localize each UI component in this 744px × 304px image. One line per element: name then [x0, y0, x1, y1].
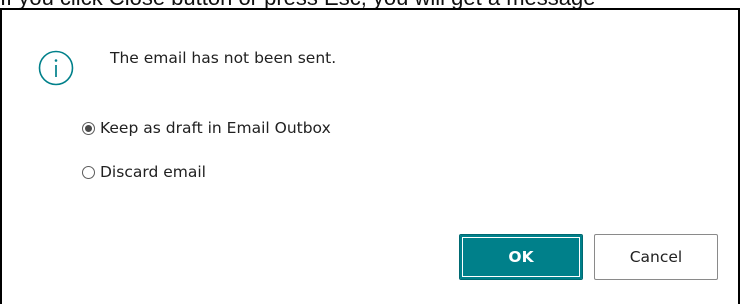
- ok-button[interactable]: OK: [459, 234, 583, 280]
- page: If you click Close button or press Esc, …: [0, 0, 744, 304]
- discard-email-label[interactable]: Discard email: [100, 162, 206, 182]
- keep-draft-option[interactable]: Keep as draft in Email Outbox: [82, 117, 331, 139]
- dialog-message: The email has not been sent.: [110, 49, 337, 67]
- keep-draft-radio[interactable]: [82, 121, 95, 135]
- info-icon: [38, 50, 74, 86]
- discard-email-radio[interactable]: [82, 165, 95, 179]
- background-text: If you click Close button or press Esc, …: [0, 0, 595, 9]
- discard-email-option[interactable]: Discard email: [82, 161, 206, 183]
- keep-draft-label[interactable]: Keep as draft in Email Outbox: [100, 118, 331, 138]
- cancel-button[interactable]: Cancel: [594, 234, 718, 280]
- email-not-sent-dialog: The email has not been sent. Keep as dra…: [0, 8, 740, 304]
